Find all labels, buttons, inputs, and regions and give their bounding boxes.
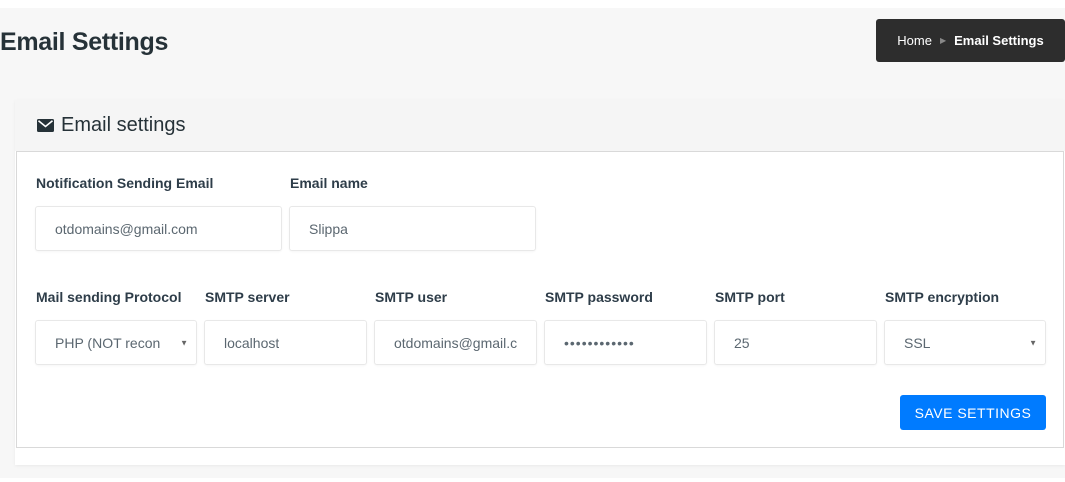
- smtp-encryption-select[interactable]: SSL ▼: [884, 320, 1046, 365]
- breadcrumb: Home ▶ Email Settings: [876, 19, 1065, 62]
- envelope-icon: [37, 119, 54, 132]
- smtp-port-input[interactable]: 25: [714, 320, 877, 365]
- card-header: Email settings: [15, 100, 1065, 151]
- notification-email-input[interactable]: otdomains@gmail.com: [35, 206, 282, 251]
- smtp-port-label: SMTP port: [715, 289, 785, 305]
- chevron-down-icon: ▼: [1029, 338, 1037, 347]
- smtp-encryption-label: SMTP encryption: [885, 289, 1000, 305]
- smtp-user-value: otdomains@gmail.c: [394, 334, 518, 351]
- smtp-password-input[interactable]: ••••••••••••: [544, 320, 707, 365]
- smtp-server-label: SMTP server: [205, 289, 290, 305]
- smtp-encryption-value: SSL: [904, 334, 931, 351]
- notification-email-value: otdomains@gmail.com: [55, 220, 198, 237]
- protocol-label: Mail sending Protocol: [36, 289, 182, 305]
- email-name-value: Slippa: [309, 220, 348, 237]
- email-settings-card: Email settings Notification Sending Emai…: [15, 100, 1065, 465]
- smtp-server-value: localhost: [224, 334, 280, 351]
- protocol-value: PHP (NOT recon: [55, 334, 161, 351]
- smtp-server-input[interactable]: localhost: [204, 320, 367, 365]
- email-name-input[interactable]: Slippa: [289, 206, 536, 251]
- save-settings-button[interactable]: SAVE SETTINGS: [900, 395, 1046, 430]
- smtp-port-value: 25: [734, 334, 750, 351]
- notification-email-label: Notification Sending Email: [36, 175, 214, 191]
- breadcrumb-current: Email Settings: [954, 33, 1044, 48]
- breadcrumb-separator-icon: ▶: [939, 36, 947, 45]
- card-body: Notification Sending Email Email name ot…: [16, 151, 1064, 448]
- page: Email Settings Home ▶ Email Settings Ema…: [0, 0, 1065, 482]
- chevron-down-icon: ▼: [180, 338, 188, 347]
- smtp-user-label: SMTP user: [375, 289, 448, 305]
- card-title: Email settings: [61, 114, 186, 136]
- protocol-select[interactable]: PHP (NOT recon ▼: [35, 320, 197, 365]
- smtp-user-input[interactable]: otdomains@gmail.c: [374, 320, 537, 365]
- page-title: Email Settings: [0, 28, 169, 56]
- smtp-password-value: ••••••••••••: [564, 334, 635, 351]
- smtp-password-label: SMTP password: [545, 289, 653, 305]
- email-name-label: Email name: [290, 175, 368, 191]
- breadcrumb-home-link[interactable]: Home: [897, 33, 932, 48]
